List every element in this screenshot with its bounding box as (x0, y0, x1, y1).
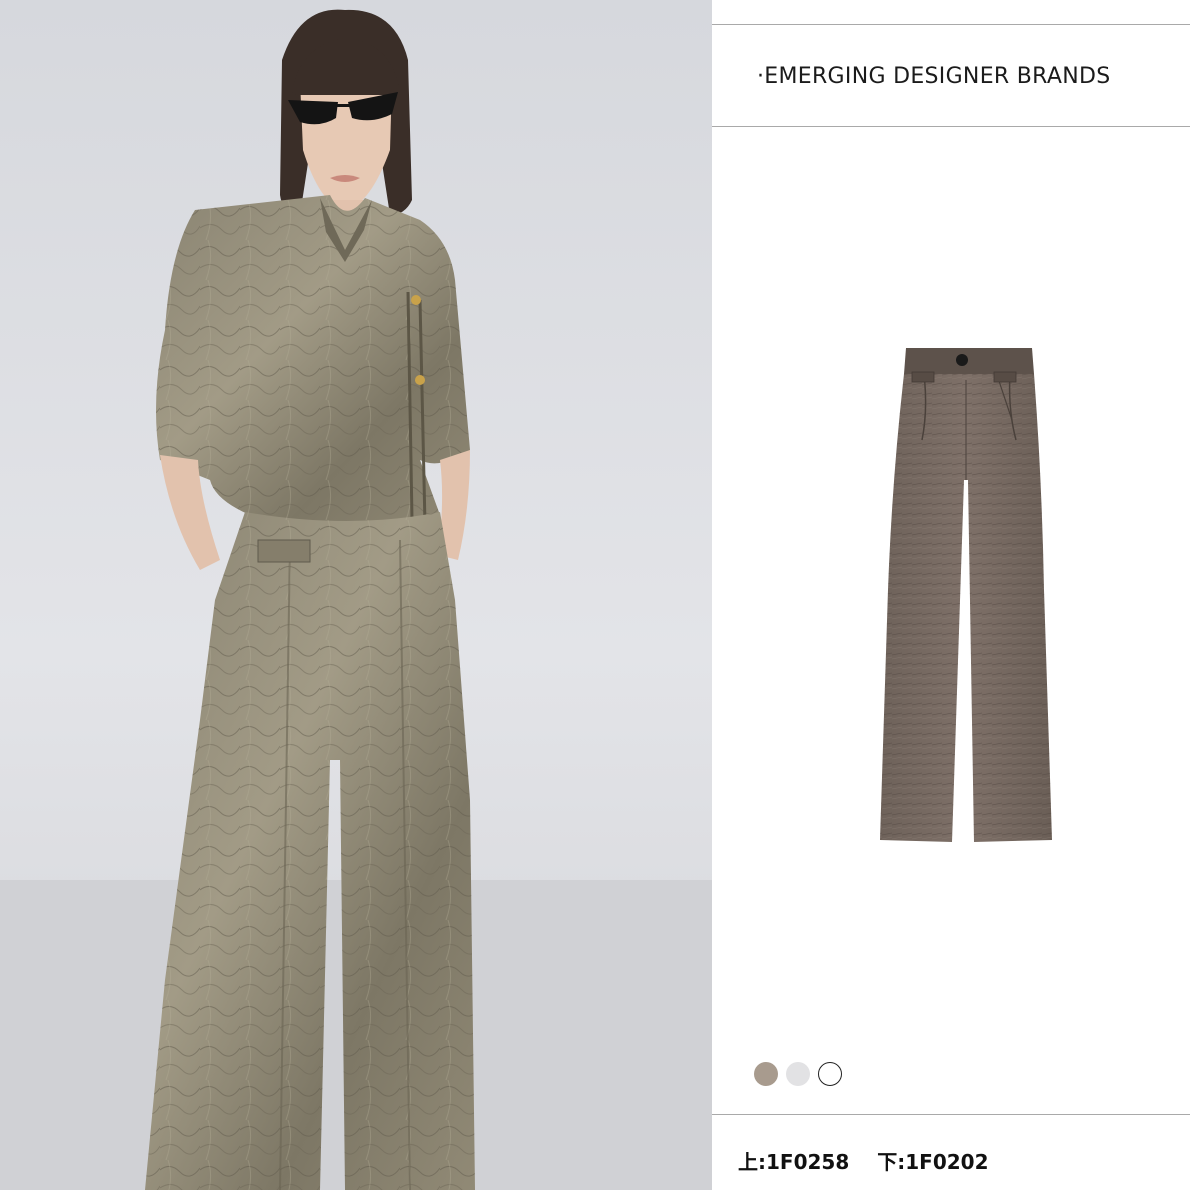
swatch-light-grey[interactable] (786, 1062, 810, 1086)
model-photo (0, 0, 712, 1190)
model-illustration (0, 9, 712, 1190)
brand-heading: ·EMERGING DESIGNER BRANDS (757, 64, 1111, 89)
top-divider (712, 24, 1190, 25)
waist-button (956, 354, 968, 366)
heading-divider (712, 126, 1190, 127)
color-swatches (754, 1062, 842, 1086)
product-panel: ·EMERGING DESIGNER BRANDS 上:1F0258 下:1F0… (712, 0, 1190, 1190)
swatch-white[interactable] (818, 1062, 842, 1086)
bottom-divider (712, 1114, 1190, 1115)
bottom-code: 下:1F0202 (877, 1150, 989, 1174)
swatch-taupe[interactable] (754, 1062, 778, 1086)
trousers-product-image[interactable] (712, 330, 1190, 870)
top-code: 上:1F0258 (738, 1150, 850, 1174)
product-codes: 上:1F0258 下:1F0202 (738, 1146, 989, 1175)
